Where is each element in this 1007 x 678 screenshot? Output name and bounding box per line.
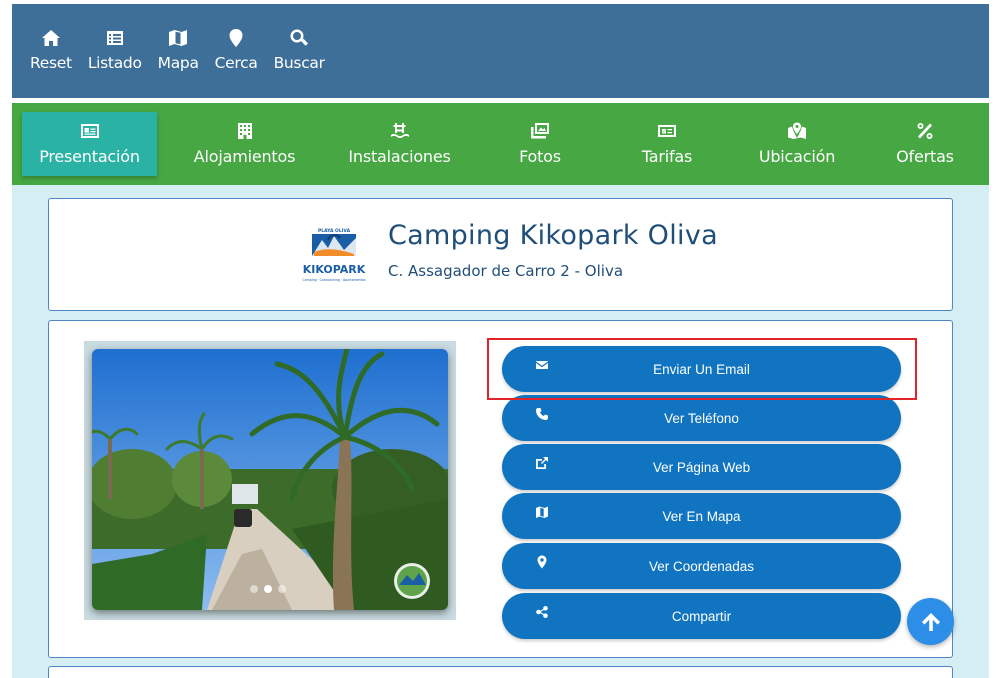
tab-label: Instalaciones xyxy=(348,147,451,166)
nav-mapa[interactable]: Mapa xyxy=(158,28,199,72)
carousel-dots xyxy=(250,585,286,593)
button-label: Ver Página Web xyxy=(652,459,751,475)
tab-label: Ofertas xyxy=(896,147,954,166)
building-icon xyxy=(237,123,252,139)
tab-alojamientos[interactable]: Alojamientos xyxy=(182,112,307,176)
map-icon xyxy=(169,30,188,46)
nav-reset[interactable]: Reset xyxy=(30,28,72,72)
phone-icon xyxy=(536,408,548,420)
tab-label: Alojamientos xyxy=(193,147,296,166)
arrow-up-icon xyxy=(921,612,940,631)
camping-name: Camping Kikopark Oliva xyxy=(388,220,718,251)
tab-label: Ubicación xyxy=(758,147,836,166)
button-label: Ver Teléfono xyxy=(664,410,739,426)
svg-text:Camping · Caravanning · Aparta: Camping · Caravanning · Apartamentos xyxy=(302,278,366,282)
carousel-dot[interactable] xyxy=(250,585,258,593)
svg-text:PLAYA OLIVA: PLAYA OLIVA xyxy=(318,228,351,234)
button-label: Enviar Un Email xyxy=(653,361,750,377)
nav-label: Listado xyxy=(87,54,142,72)
button-label: Ver Coordenadas xyxy=(648,558,755,574)
next-card xyxy=(48,666,953,678)
camping-photo-image xyxy=(92,349,448,610)
kikopark-logo: PLAYA OLIVA KIKOPARK Camping · Caravanni… xyxy=(302,228,366,282)
photos-icon xyxy=(531,123,549,139)
scroll-to-top-button[interactable] xyxy=(907,598,954,645)
home-icon xyxy=(41,30,60,46)
list-icon xyxy=(106,31,123,45)
top-nav: Reset Listado Mapa Cerca Buscar xyxy=(12,4,989,98)
camping-header-card xyxy=(48,198,953,311)
nav-listado[interactable]: Listado xyxy=(88,28,142,72)
view-on-map-button[interactable]: Ver En Mapa xyxy=(502,493,901,539)
button-label: Ver En Mapa xyxy=(662,508,741,524)
tab-label: Presentación xyxy=(39,147,140,166)
tab-instalaciones[interactable]: Instalaciones xyxy=(337,112,462,176)
id-card-icon xyxy=(80,124,99,138)
carousel-dot-active[interactable] xyxy=(264,585,272,593)
tab-label: Tarifas xyxy=(641,147,693,166)
nav-cerca[interactable]: Cerca xyxy=(215,28,258,72)
section-tab-bar: Presentación Alojamientos Instalaciones … xyxy=(12,103,989,185)
tab-ubicacion[interactable]: Ubicación xyxy=(742,112,852,176)
button-label: Compartir xyxy=(671,608,732,624)
view-website-button[interactable]: Ver Página Web xyxy=(502,444,901,490)
view-phone-button[interactable]: Ver Teléfono xyxy=(502,395,901,441)
share-icon xyxy=(536,606,548,618)
map-icon xyxy=(536,506,548,518)
tab-label: Fotos xyxy=(519,147,561,166)
nav-label: Reset xyxy=(30,54,72,72)
send-email-button[interactable]: Enviar Un Email xyxy=(502,346,901,392)
money-icon xyxy=(658,125,676,137)
tab-fotos[interactable]: Fotos xyxy=(490,112,590,176)
tab-tarifas[interactable]: Tarifas xyxy=(617,112,717,176)
nav-label: Cerca xyxy=(214,54,258,72)
location-pin-icon xyxy=(229,29,243,47)
location-pin-icon xyxy=(537,555,547,569)
share-button[interactable]: Compartir xyxy=(502,593,901,639)
percent-icon xyxy=(917,123,933,139)
carousel-dot[interactable] xyxy=(278,585,286,593)
nav-label: Buscar xyxy=(273,54,325,72)
external-link-icon xyxy=(536,457,548,469)
search-icon xyxy=(290,29,309,46)
view-coordinates-button[interactable]: Ver Coordenadas xyxy=(502,543,901,589)
tab-ofertas[interactable]: Ofertas xyxy=(880,112,970,176)
tab-presentacion[interactable]: Presentación xyxy=(22,112,157,176)
pool-icon xyxy=(390,123,409,139)
svg-text:KIKOPARK: KIKOPARK xyxy=(303,263,366,276)
map-marker-icon xyxy=(788,122,806,139)
nav-label: Mapa xyxy=(157,54,199,72)
camping-photo[interactable] xyxy=(92,349,448,610)
camping-address: C. Assagador de Carro 2 - Oliva xyxy=(388,262,624,280)
nav-buscar[interactable]: Buscar xyxy=(274,28,325,72)
envelope-icon xyxy=(536,361,548,369)
